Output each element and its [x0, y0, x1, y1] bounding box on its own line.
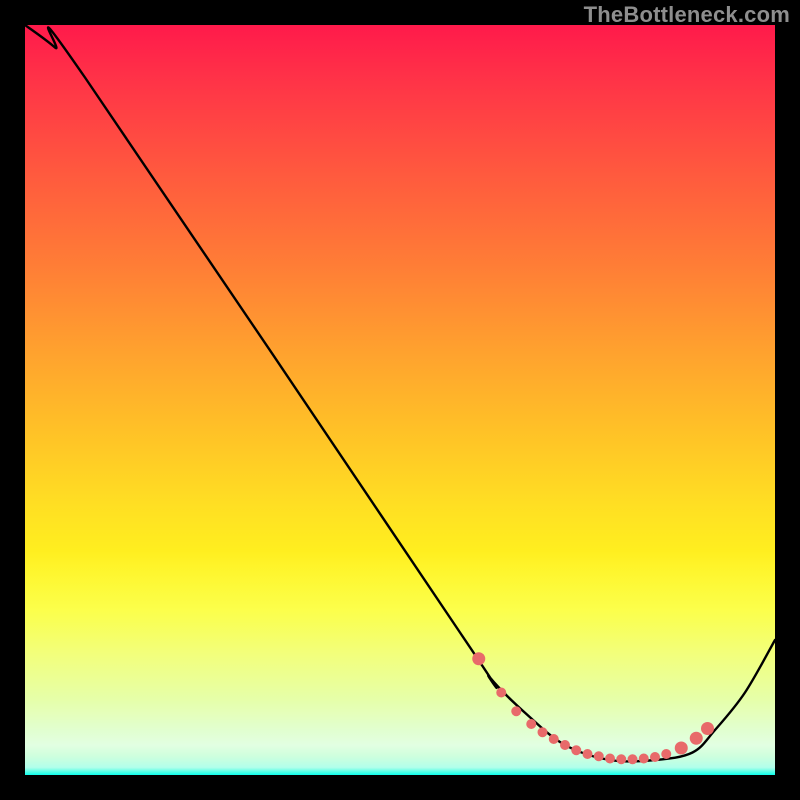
- sweet-spot-marker: [650, 752, 660, 762]
- sweet-spot-marker: [496, 688, 506, 698]
- sweet-spot-marker: [690, 732, 703, 745]
- plot-area: [25, 25, 775, 775]
- sweet-spot-marker: [701, 722, 714, 735]
- sweet-spot-marker: [560, 740, 570, 750]
- sweet-spot-marker-group: [472, 652, 714, 764]
- sweet-spot-marker: [472, 652, 485, 665]
- sweet-spot-marker: [616, 754, 626, 764]
- sweet-spot-marker: [583, 749, 593, 759]
- sweet-spot-marker: [675, 742, 688, 755]
- sweet-spot-marker: [628, 754, 638, 764]
- sweet-spot-marker: [594, 751, 604, 761]
- sweet-spot-marker: [605, 754, 615, 764]
- sweet-spot-marker: [571, 745, 581, 755]
- sweet-spot-marker: [661, 749, 671, 759]
- curve-layer: [25, 25, 775, 775]
- sweet-spot-marker: [538, 727, 548, 737]
- bottleneck-curve-line: [25, 25, 775, 761]
- watermark-text: TheBottleneck.com: [584, 2, 790, 28]
- sweet-spot-marker: [639, 754, 649, 764]
- sweet-spot-marker: [526, 719, 536, 729]
- sweet-spot-marker: [549, 734, 559, 744]
- sweet-spot-marker: [511, 706, 521, 716]
- chart-root: TheBottleneck.com: [0, 0, 800, 800]
